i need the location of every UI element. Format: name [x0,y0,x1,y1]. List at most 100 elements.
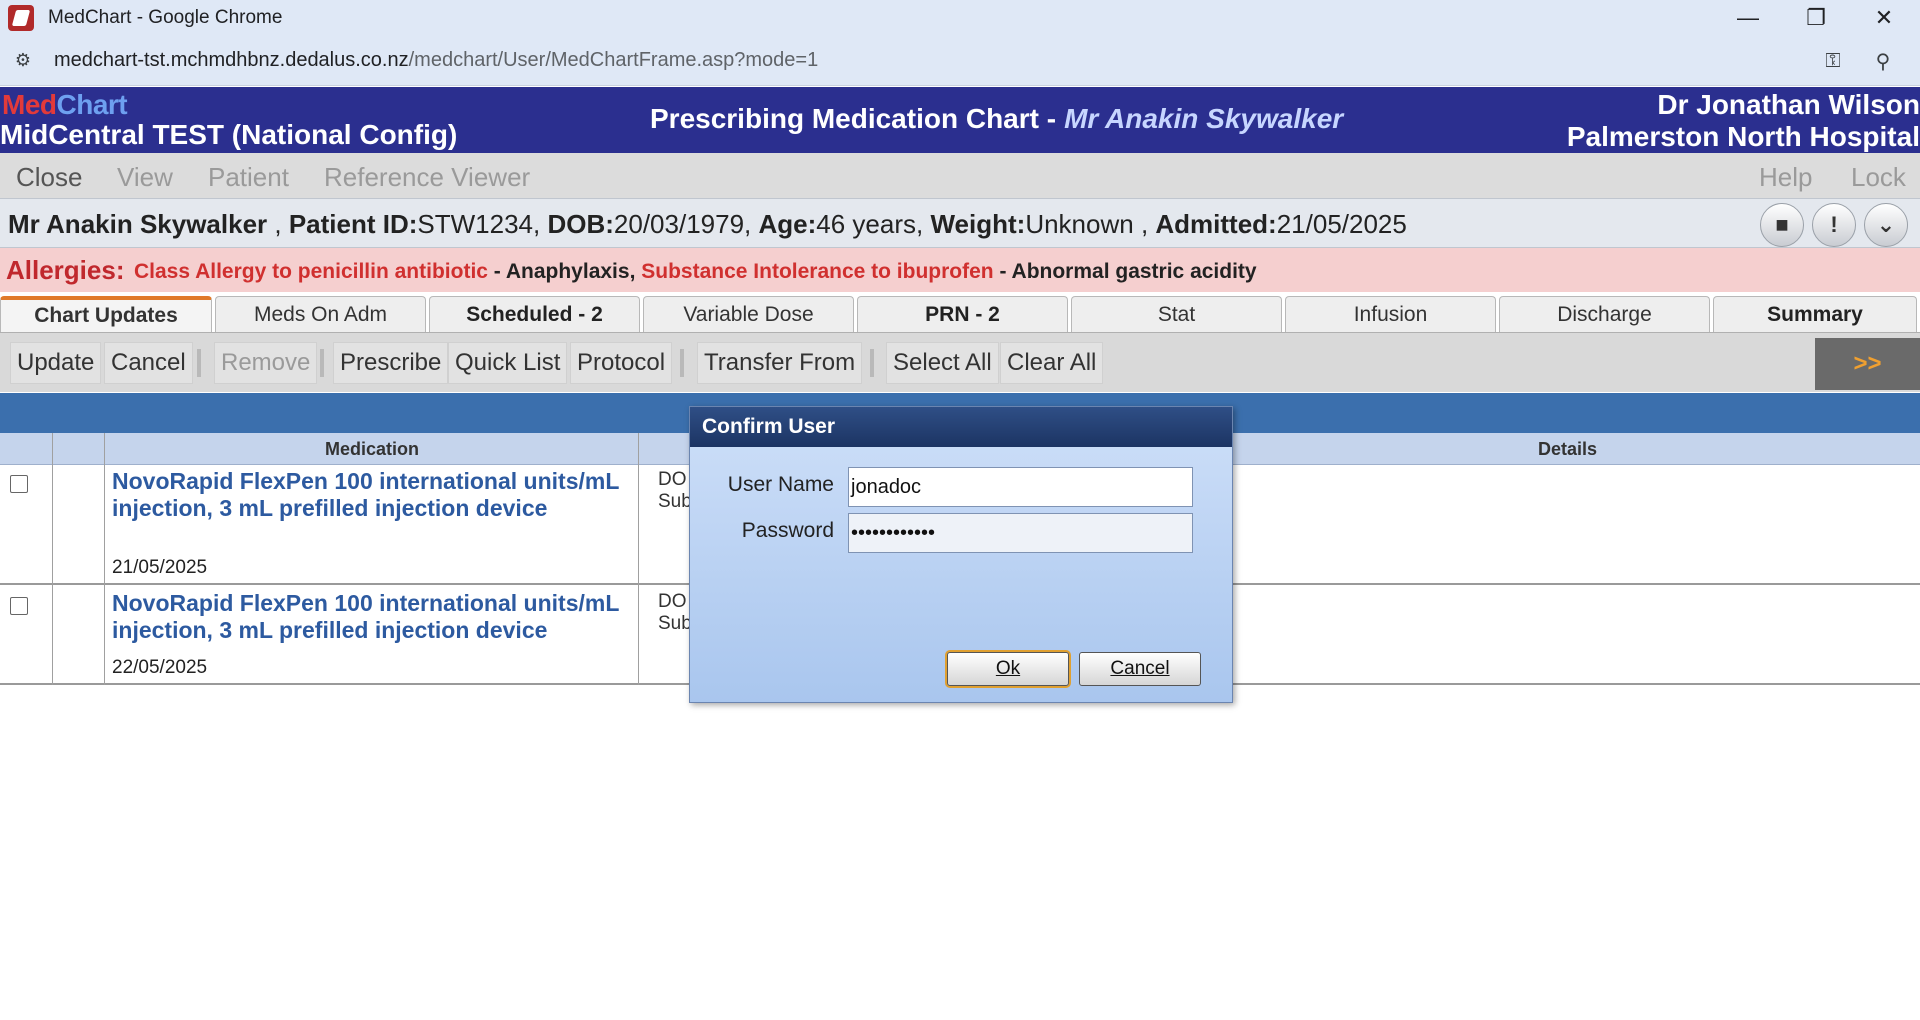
dose-line: Sub [658,491,692,512]
address-bar: ⚙ medchart-tst.mchmdhbnz.dedalus.co.nz/m… [0,36,1920,86]
row-checkbox[interactable] [10,475,28,493]
grid-column-divider [638,433,639,685]
patient-id-label: Patient ID: [288,209,418,239]
medication-date: 22/05/2025 [112,657,208,678]
allergy-reaction: Abnormal gastric acidity [1011,260,1257,283]
tab-prn[interactable]: PRN - 2 [857,296,1068,332]
medication-date: 21/05/2025 [112,557,208,578]
site-name: MidCentral TEST (National Config) [0,119,458,150]
expand-toolbar-button[interactable]: >> [1815,338,1920,390]
expand-down-icon[interactable]: ⌄ [1864,203,1908,247]
password-key-icon[interactable]: ⚿ [1818,46,1848,76]
tab-infusion[interactable]: Infusion [1285,296,1496,332]
allergy-substance: Class Allergy to penicillin antibiotic [134,260,488,283]
dose-summary: DO Sub [658,469,692,513]
weight-value: Unknown [1025,209,1134,239]
menu-close[interactable]: Close [16,162,82,193]
allergy-reaction: Anaphylaxis [505,260,630,283]
toolbar-separator [320,349,324,377]
admitted-value: 21/05/2025 [1276,209,1407,239]
tab-scheduled[interactable]: Scheduled - 2 [429,296,640,332]
tab-chart-updates[interactable]: Chart Updates [0,296,212,332]
toolbar-separator [680,349,684,377]
patient-banner: Mr Anakin Skywalker , Patient ID:STW1234… [0,198,1920,248]
patient-id-value: STW1234 [417,209,534,239]
select-all-button[interactable]: Select All [886,342,999,384]
grid-column-divider [104,433,105,685]
menu-lock[interactable]: Lock [1851,162,1906,193]
url-path: /medchart/User/MedChartFrame.asp?mode=1 [408,49,819,71]
dose-summary: DO Sub [658,591,692,635]
grid-column-divider [52,433,53,685]
medchart-logo: MedChart [2,89,128,121]
ok-button[interactable]: Ok [947,652,1069,686]
age-label: Age: [758,209,817,239]
toolbar-separator [197,349,201,377]
age-value: 46 years [816,209,917,239]
chart-title: Prescribing Medication Chart - Mr Anakin … [650,103,1343,135]
restore-icon[interactable]: ❐ [1782,0,1850,36]
transfer-from-button[interactable]: Transfer From [697,342,863,384]
dob-label: DOB: [547,209,614,239]
confirm-user-dialog: Confirm User User Name jonadoc Password … [689,406,1233,703]
browser-titlebar: MedChart - Google Chrome — ❐ ✕ [0,0,1920,36]
medication-name[interactable]: NovoRapid FlexPen 100 international unit… [112,468,632,522]
allergies-bar: Allergies: Class Allergy to penicillin a… [0,248,1920,292]
chart-tabs: Chart Updates Meds On Adm Scheduled - 2 … [0,296,1920,332]
menu-view[interactable]: View [117,162,173,193]
logo-med: Med [2,89,57,120]
menu-bar: Close View Patient Reference Viewer Help… [0,153,1920,198]
menu-help[interactable]: Help [1759,162,1812,193]
zoom-icon[interactable]: ⚲ [1868,46,1898,76]
doctor-name: Dr Jonathan Wilson [1657,89,1920,120]
password-label: Password [741,519,834,542]
close-icon[interactable]: ✕ [1850,0,1918,36]
dose-line: Sub [658,613,692,634]
allergy-substance: Substance Intolerance to ibuprofen [641,260,994,283]
weight-label: Weight: [930,209,1026,239]
row-checkbox[interactable] [10,597,28,615]
app-header: MedChart MidCentral TEST (National Confi… [0,87,1920,153]
dose-line: DO [658,591,687,612]
url-field[interactable]: medchart-tst.mchmdhbnz.dedalus.co.nz/med… [54,49,818,72]
quick-list-button[interactable]: Quick List [448,342,568,384]
protocol-button[interactable]: Protocol [570,342,673,384]
medication-name[interactable]: NovoRapid FlexPen 100 international unit… [112,590,632,644]
dialog-title: Confirm User [690,407,1232,447]
dialog-body: User Name jonadoc Password •••••••••••• … [690,447,1232,702]
alert-icon[interactable]: ! [1812,203,1856,247]
tab-variable-dose[interactable]: Variable Dose [643,296,854,332]
admitted-label: Admitted: [1155,209,1277,239]
tab-summary[interactable]: Summary [1713,296,1917,332]
col-details: Details [1538,439,1598,459]
chart-title-text: Prescribing Medication Chart - [650,103,1057,134]
minimize-icon[interactable]: — [1714,0,1782,36]
clear-all-button[interactable]: Clear All [1000,342,1104,384]
hospital-name: Palmerston North Hospital [1566,121,1920,152]
dialog-cancel-button[interactable]: Cancel [1079,652,1201,686]
dose-line: DO [658,469,687,490]
tab-stat[interactable]: Stat [1071,296,1282,332]
site-settings-icon[interactable]: ⚙ [8,46,38,76]
window-title: MedChart - Google Chrome [48,7,283,28]
username-label: User Name [727,473,834,496]
cancel-button[interactable]: Cancel [104,342,193,384]
cancel-label: Cancel [1110,658,1170,679]
patient-info: Mr Anakin Skywalker , Patient ID:STW1234… [8,209,1407,239]
url-host: medchart-tst.mchmdhbnz.dedalus.co.nz [54,49,409,71]
allergies-label: Allergies: [6,255,125,285]
username-input[interactable]: jonadoc [848,467,1193,507]
prescribe-button[interactable]: Prescribe [333,342,449,384]
medchart-app-icon [8,5,34,31]
tab-meds-on-adm[interactable]: Meds On Adm [215,296,426,332]
lock-record-icon[interactable]: ■ [1760,203,1804,247]
header-patient-name: Mr Anakin Skywalker [1064,103,1344,134]
tab-discharge[interactable]: Discharge [1499,296,1710,332]
menu-patient[interactable]: Patient [208,162,289,193]
password-input[interactable]: •••••••••••• [848,513,1193,553]
action-toolbar: Update Cancel Remove Prescribe Quick Lis… [0,332,1920,392]
menu-reference-viewer[interactable]: Reference Viewer [324,162,530,193]
logo-chart: Chart [56,89,128,120]
remove-button[interactable]: Remove [214,342,318,384]
update-button[interactable]: Update [10,342,102,384]
